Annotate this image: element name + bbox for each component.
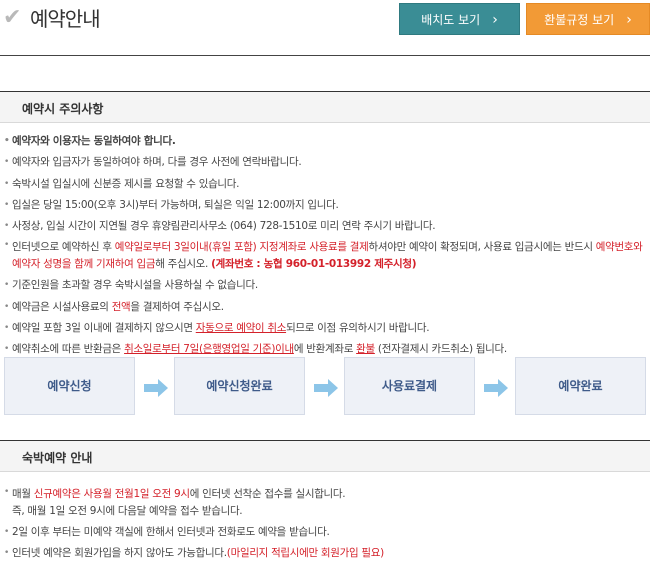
list-item: 예약자와 이용자는 동일하여야 합니다. <box>4 131 650 153</box>
section-title: 예약시 주의사항 <box>22 102 104 116</box>
view-map-button[interactable]: 배치도 보기 › <box>399 3 520 35</box>
flow-step-payment: 사용료결제 <box>344 357 475 415</box>
flow-step-complete: 예약완료 <box>515 357 646 415</box>
chevron-right-icon: › <box>492 12 498 28</box>
reservation-flow: 예약신청 예약신청완료 사용료결제 예약완료 <box>4 357 650 417</box>
view-refund-policy-button[interactable]: 환불규정 보기 › <box>526 3 650 35</box>
reservation-notes-list: 예약자와 이용자는 동일하여야 합니다. 예약자와 입금자가 동일하여야 하며,… <box>4 131 650 361</box>
list-item: 예약자와 입금자가 동일하여야 하며, 다를 경우 사전에 연락바랍니다. <box>4 152 650 174</box>
list-item: 인터넷으로 예약하신 후 예약일로부터 3일이내(휴일 포함) 지정계좌로 사용… <box>4 237 650 275</box>
list-item: 예약일 포함 3일 이내에 결제하지 않으시면 자동으로 예약이 취소되므로 이… <box>4 318 650 340</box>
header-divider <box>0 55 650 56</box>
page-header: ✔ 예약안내 배치도 보기 › 환불규정 보기 › <box>0 0 650 56</box>
flow-step-apply: 예약신청 <box>4 357 135 415</box>
list-item: 기준인원을 초과할 경우 숙박시설을 사용하실 수 없습니다. <box>4 275 650 297</box>
section-header-lodging-reservation: 숙박예약 안내 <box>0 440 650 472</box>
list-item: 매월 신규예약은 사용월 전월1일 오전 9시에 인터넷 선착순 접수를 실시합… <box>4 484 650 522</box>
flow-step-apply-complete: 예약신청완료 <box>174 357 305 415</box>
check-icon: ✔ <box>3 5 22 30</box>
list-item: 인터넷 예약은 회원가입을 하지 않아도 가능합니다.(마일리지 적립시에만 회… <box>4 543 650 565</box>
lodging-notes-list: 매월 신규예약은 사용월 전월1일 오전 9시에 인터넷 선착순 접수를 실시합… <box>4 484 650 565</box>
section-header-reservation-notes: 예약시 주의사항 <box>0 91 650 123</box>
view-map-label: 배치도 보기 <box>421 13 481 27</box>
list-item: 예약금은 시설사용료의 전액을 결제하여 주십시오. <box>4 297 650 319</box>
view-refund-label: 환불규정 보기 <box>544 13 615 27</box>
list-item: 입실은 당일 15:00(오후 3시)부터 가능하며, 퇴실은 익일 12:00… <box>4 195 650 217</box>
list-item: 사정상, 입실 시간이 지연될 경우 휴양림관리사무소 (064) 728-15… <box>4 216 650 238</box>
list-item: 2일 이후 부터는 미예약 객실에 한해서 인터넷과 전화로도 예약을 받습니다… <box>4 522 650 544</box>
list-item: 숙박시설 입실시에 신분증 제시를 요청할 수 있습니다. <box>4 174 650 196</box>
chevron-right-icon: › <box>626 12 632 28</box>
page-title: 예약안내 <box>30 7 101 31</box>
bank-account-text: (계좌번호 : 농협 960-01-013992 제주시청) <box>211 258 417 271</box>
section-title: 숙박예약 안내 <box>22 451 93 465</box>
